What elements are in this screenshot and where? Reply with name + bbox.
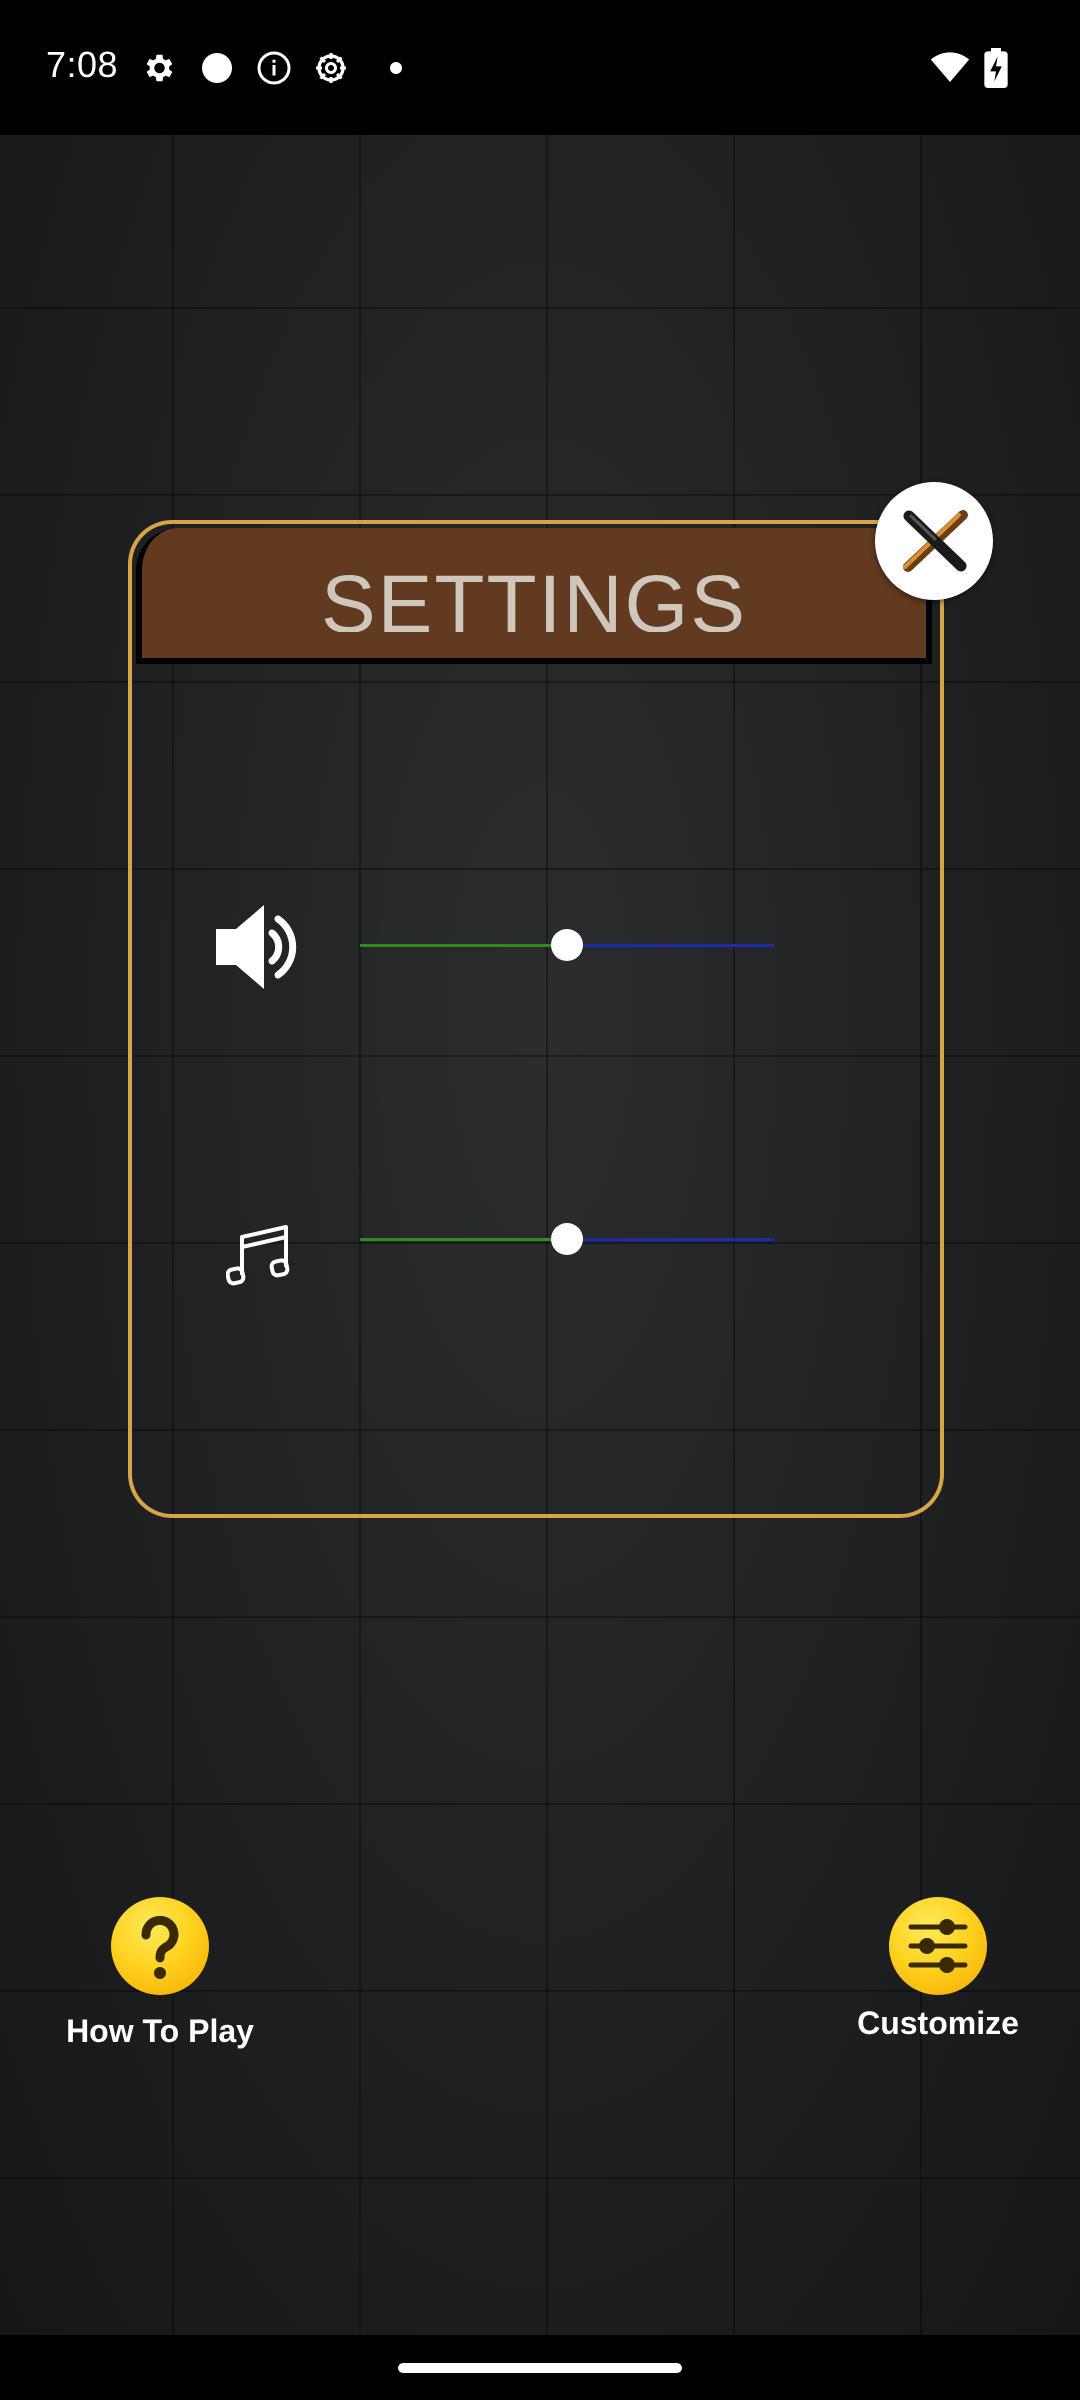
settings-title: SETTINGS [320,564,748,632]
music-note-icon [226,1225,290,1286]
customize-label: Customize [857,2005,1019,2041]
sound-slider-thumb[interactable] [551,929,583,961]
battery-charging-icon [984,48,1008,88]
speaker-icon [216,905,297,989]
music-volume-slider[interactable] [360,1223,774,1255]
gear-badge-icon [316,53,346,83]
screen: 7:08 SETTINGS How To Play Customize [0,0,1080,2400]
sound-volume-slider[interactable] [360,929,774,961]
music-slider-inactive-track [567,1238,774,1241]
music-setting-row [200,1189,800,1289]
sound-setting-row [200,895,800,995]
close-pickaxe-icon [903,510,968,572]
dot-icon [390,62,402,74]
info-icon [257,51,291,85]
sliders-emoji-icon [889,1897,987,1995]
sound-slider-active-track [360,944,567,947]
how-to-play-label: How To Play [66,2013,254,2049]
home-indicator[interactable] [398,2363,682,2373]
circle-icon [202,53,232,83]
music-slider-active-track [360,1238,567,1241]
music-slider-thumb[interactable] [551,1223,583,1255]
settings-icon [146,54,173,82]
customize-button[interactable]: Customize [838,1897,1038,2042]
settings-header: SETTINGS [136,528,932,664]
sound-slider-inactive-track [567,944,774,947]
close-button[interactable] [875,482,993,600]
status-bar: 7:08 [0,0,1080,135]
settings-panel [128,520,944,1518]
status-time: 7:08 [46,44,119,85]
how-to-play-button[interactable]: How To Play [60,1897,260,2050]
navigation-bar [0,2335,1080,2400]
question-emoji-icon [111,1897,209,1995]
wifi-icon [930,52,970,82]
